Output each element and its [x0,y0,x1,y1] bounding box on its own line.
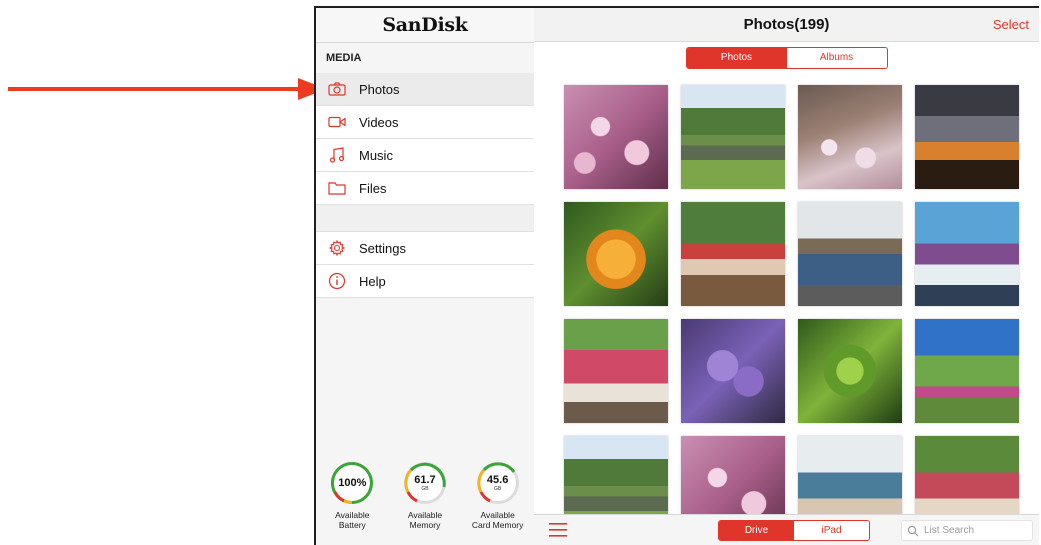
page-title: Photos(199) [743,16,830,33]
top-bar: Photos(199) Select [534,8,1039,42]
card-memory-gauge: 45.6 GB Available Card Memory [465,461,531,539]
sidebar-item-label: Help [359,273,386,289]
sidebar-item-settings[interactable]: Settings [316,232,534,265]
sidebar-item-music[interactable]: Music [316,139,534,172]
video-icon [328,113,346,131]
photo-thumbnail[interactable] [681,85,785,189]
gauge-caption: Available [407,510,443,520]
sidebar-item-label: Files [359,180,387,196]
photo-thumbnail[interactable] [564,319,668,423]
photo-thumbnail[interactable] [681,319,785,423]
main-panel: Photos(199) Select Photos Albums Drive i… [534,8,1039,545]
tab-ipad[interactable]: iPad [794,521,869,540]
section-header-media: MEDIA [326,52,362,64]
sidebar-item-label: Settings [359,240,406,256]
pointer-arrow [8,78,326,100]
sidebar-item-videos[interactable]: Videos [316,106,534,139]
photo-thumbnail[interactable] [915,85,1019,189]
gear-icon [328,239,346,257]
gauge-caption: Card Memory [471,520,524,530]
sidebar-item-help[interactable]: Help [316,265,534,298]
photo-thumbnail[interactable] [681,202,785,306]
gauge-caption: Memory [409,520,441,530]
tab-albums[interactable]: Albums [786,48,887,68]
select-button[interactable]: Select [993,17,1029,32]
tab-photos[interactable]: Photos [686,48,787,68]
search-icon [907,525,921,537]
photo-thumbnail[interactable] [798,85,902,189]
settings-nav: Settings Help [316,232,534,298]
memory-unit: GB [421,485,429,492]
photo-thumbnail[interactable] [915,202,1019,306]
media-nav: Photos Videos Music Files [316,73,534,205]
photo-thumbnail[interactable] [798,319,902,423]
photo-thumbnail[interactable] [915,319,1019,423]
app-window: SanDisk MEDIA Photos Videos Music Files … [314,6,1039,545]
brand-name: SanDisk [382,14,468,36]
nav-spacer [316,205,534,232]
photo-thumbnail[interactable] [564,85,668,189]
memory-value: 61.7 [414,473,436,486]
search-box [901,520,1033,541]
status-gauges: 100% Available Battery 61.7 GB Available Me… [316,461,534,539]
gauge-caption: Battery [338,520,366,530]
source-toggle: Drive iPad [718,520,870,541]
view-toggle: Photos Albums [534,42,1039,74]
photo-thumbnail[interactable] [564,202,668,306]
menu-icon[interactable] [549,523,567,537]
info-icon [328,272,346,290]
sidebar: SanDisk MEDIA Photos Videos Music Files … [316,8,535,545]
card-memory-unit: GB [494,485,502,492]
sidebar-item-label: Photos [359,81,400,97]
card-memory-value: 45.6 [486,473,509,486]
sidebar-item-label: Videos [359,114,399,130]
search-input[interactable] [921,525,1029,536]
bottom-bar: Drive iPad [534,514,1039,545]
folder-icon [328,179,346,197]
sidebar-item-photos[interactable]: Photos [316,73,534,106]
brand-logo: SanDisk [316,8,534,43]
battery-value: 100% [338,476,367,489]
gauge-caption: Available [480,510,515,520]
tab-drive[interactable]: Drive [719,521,794,540]
photo-thumbnail[interactable] [798,202,902,306]
gauge-caption: Available [335,510,370,520]
sidebar-item-files[interactable]: Files [316,172,534,205]
camera-icon [328,80,346,98]
music-icon [328,146,346,164]
battery-gauge: 100% Available Battery [319,461,385,539]
sidebar-item-label: Music [359,147,393,163]
memory-gauge: 61.7 GB Available Memory [392,461,458,539]
